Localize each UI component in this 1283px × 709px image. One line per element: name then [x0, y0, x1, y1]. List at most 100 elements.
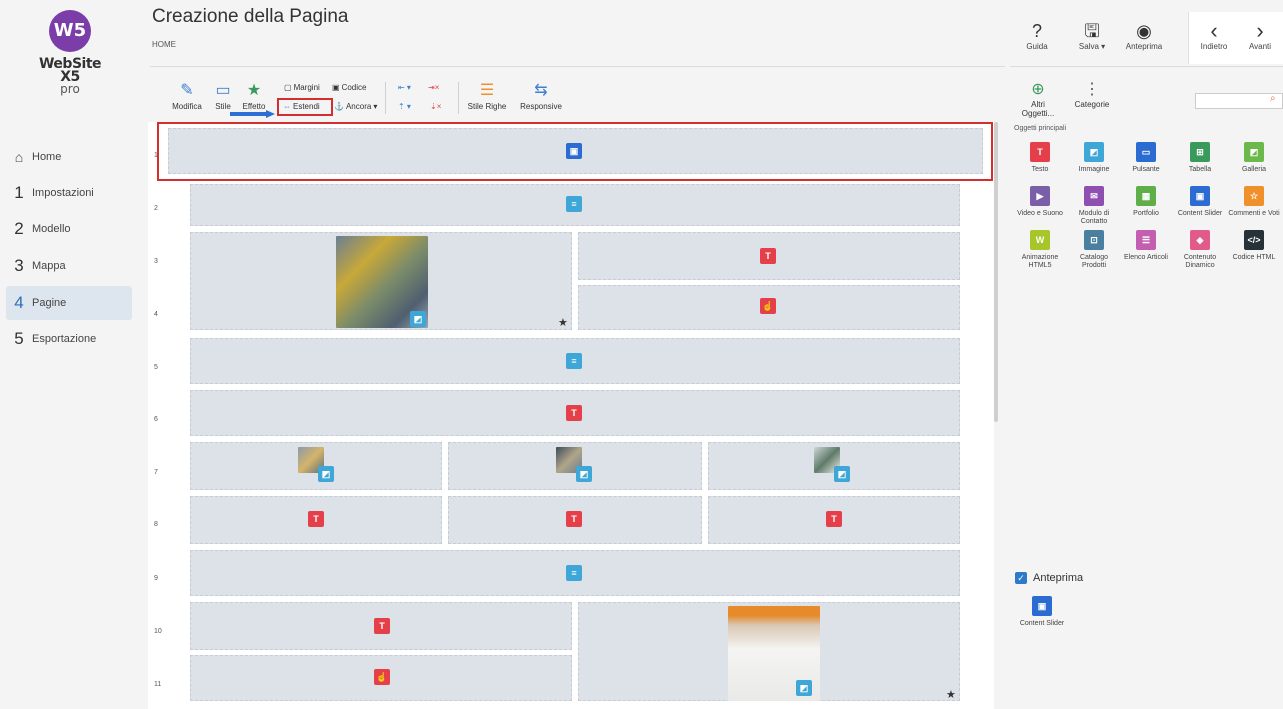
back-button[interactable]: ‹ Indietro	[1196, 18, 1232, 52]
object-video[interactable]: ▶ Video e Suono	[1014, 186, 1066, 218]
remove-column-button[interactable]: ⇥×	[428, 83, 439, 92]
forward-button[interactable]: › Avanti	[1242, 20, 1278, 52]
margini-label: Margini	[293, 83, 320, 92]
object-articles[interactable]: ☰ Elenco Articoli	[1120, 230, 1172, 262]
sidebar-item-home[interactable]: ⌂ Home	[6, 140, 132, 174]
divider	[385, 82, 386, 114]
chevron-left-icon: ‹	[1210, 18, 1218, 43]
object-animation[interactable]: W Animazione HTML5	[1014, 230, 1066, 270]
object-portfolio[interactable]: ▦ Portfolio	[1120, 186, 1172, 218]
sidebar-item-label: Impostazioni	[32, 187, 94, 199]
code-icon: ▣	[332, 83, 340, 92]
object-catalog[interactable]: ⊡ Catalogo Prodotti	[1068, 230, 1120, 270]
dynamic-content-icon: ◈	[1190, 230, 1210, 250]
logo-name: WebSite X5	[38, 56, 102, 85]
row-number: 10	[154, 628, 162, 635]
object-contact-form[interactable]: ✉ Modulo di Contatto	[1068, 186, 1120, 226]
object-table[interactable]: ⊞ Tabella	[1174, 142, 1226, 174]
row-number: 11	[154, 681, 162, 688]
help-button[interactable]: ? Guida	[1022, 20, 1052, 51]
codice-button[interactable]: ▣ Codice	[332, 83, 366, 92]
responsive-button[interactable]: ⇆ Responsive	[518, 80, 564, 111]
modifica-label: Modifica	[172, 102, 202, 111]
object-label: Codice HTML	[1232, 254, 1276, 261]
style-icon: ▭	[215, 82, 231, 99]
margins-icon: ▢	[284, 83, 292, 92]
video-icon: ▶	[1030, 186, 1050, 206]
object-label: Immagine	[1078, 166, 1110, 173]
sidebar-item-modello[interactable]: 2 Modello	[6, 212, 132, 246]
section-title: Oggetti principali	[1014, 125, 1067, 132]
text-icon: T	[566, 511, 582, 527]
text-icon: T	[1030, 142, 1050, 162]
object-image[interactable]: ◩ Immagine	[1068, 142, 1120, 174]
categorie-button[interactable]: ⋮ Categorie	[1070, 80, 1114, 109]
html-code-icon: </>	[1244, 230, 1264, 250]
effetto-button[interactable]: ★ Effetto	[236, 80, 272, 111]
categorie-label: Categorie	[1074, 100, 1110, 109]
sidebar-item-label: Pagine	[32, 297, 67, 309]
page-title: Creazione della Pagina	[152, 6, 349, 27]
object-label: Video e Suono	[1017, 210, 1063, 217]
sidebar-item-label: Esportazione	[32, 333, 97, 345]
sidebar-item-number: 2	[14, 219, 24, 238]
insert-row-icon: ⇡ ▾	[398, 102, 411, 111]
stile-righe-button[interactable]: ☰ Stile Righe	[466, 80, 508, 111]
align-left-button[interactable]: ⇤ ▾	[398, 83, 411, 92]
content-slider-icon: ▣	[1190, 186, 1210, 206]
margini-button[interactable]: ▢ Margini	[284, 83, 320, 92]
anteprima-checkbox[interactable]: ✓ Anteprima	[1015, 572, 1083, 584]
object-html-code[interactable]: </> Codice HTML	[1228, 230, 1280, 262]
modifica-button[interactable]: ✎ Modifica	[170, 80, 204, 111]
anteprima-label: Anteprima	[1033, 572, 1084, 584]
canvas-scrollbar[interactable]	[994, 122, 998, 422]
sidebar-item-esportazione[interactable]: 5 Esportazione	[6, 322, 132, 356]
button-icon: ▭	[1136, 142, 1156, 162]
insert-row-button[interactable]: ⇡ ▾	[398, 102, 411, 111]
text-icon: T	[374, 618, 390, 634]
anchor-icon: ⚓	[334, 102, 344, 111]
divider	[150, 66, 1005, 67]
sidebar-item-mappa[interactable]: 3 Mappa	[6, 249, 132, 283]
sidebar-item-impostazioni[interactable]: 1 Impostazioni	[6, 176, 132, 210]
object-content-slider[interactable]: ▣ Content Slider	[1174, 186, 1226, 218]
save-button[interactable]: 🖫 Salva ▾	[1074, 20, 1110, 51]
divider	[458, 82, 459, 114]
row-number: 7	[154, 469, 158, 476]
object-comments[interactable]: ☆ Commenti e Voti	[1228, 186, 1280, 218]
edit-icon: ✎	[180, 82, 194, 99]
help-label: Guida	[1026, 42, 1048, 51]
sidebar-item-label: Modello	[32, 223, 71, 235]
arrow-icon	[230, 110, 275, 118]
sidebar-item-pagine[interactable]: 4 Pagine	[6, 286, 132, 320]
ancora-button[interactable]: ⚓ Ancora ▾	[334, 102, 377, 111]
object-gallery[interactable]: ◩ Galleria	[1228, 142, 1280, 174]
logo: W5 WebSite X5 pro	[30, 10, 110, 95]
sidebar-item-label: Home	[32, 151, 62, 163]
image-icon: ◩	[834, 466, 850, 482]
comments-icon: ☆	[1244, 186, 1264, 206]
sidebar-item-number: 4	[14, 293, 24, 312]
object-dynamic-content[interactable]: ◈ Contenuto Dinamico	[1174, 230, 1226, 270]
object-text[interactable]: T Testo	[1014, 142, 1066, 174]
sidebar-item-label: Mappa	[32, 260, 66, 272]
help-icon: ?	[1031, 21, 1042, 41]
save-icon: 🖫	[1084, 21, 1100, 41]
button-icon: ☝	[760, 298, 776, 314]
align-icon: ⇤ ▾	[398, 83, 411, 92]
home-icon: ⌂	[14, 149, 24, 165]
categories-icon: ⋮	[1084, 81, 1100, 98]
preview-button[interactable]: ◉ Anteprima	[1124, 20, 1164, 51]
checkbox-check-icon: ✓	[1015, 572, 1027, 584]
remove-row-button[interactable]: ⇣×	[430, 102, 441, 111]
object-label: Content Slider	[1177, 210, 1223, 217]
object-label: Galleria	[1241, 166, 1267, 173]
image-icon: ◩	[1084, 142, 1104, 162]
stile-button[interactable]: ▭ Stile	[210, 80, 236, 111]
preview-object: ▣ Content Slider	[1016, 596, 1068, 628]
image-icon: ◩	[576, 466, 592, 482]
highlight-box	[277, 98, 333, 116]
altri-oggetti-button[interactable]: ⊕ Altri Oggetti...	[1016, 80, 1060, 118]
object-button[interactable]: ▭ Pulsante	[1120, 142, 1172, 174]
app-window: W5 WebSite X5 pro ⌂ Home 1 Impostazioni …	[0, 0, 1283, 709]
